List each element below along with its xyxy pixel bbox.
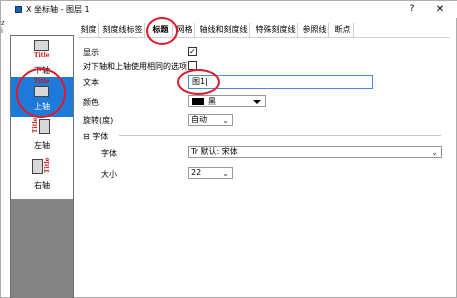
help-button[interactable]: ? (405, 3, 419, 16)
left-axis-thumbnail-icon (39, 119, 50, 134)
dropdown-arrow-icon (253, 100, 261, 104)
thumb-title-text: Title (32, 117, 39, 133)
thumb-title-text: Title (34, 52, 50, 59)
show-checkbox[interactable]: ✓ (188, 47, 197, 56)
show-label: 显示 (83, 48, 99, 57)
chevron-down-icon: ⌄ (431, 148, 438, 157)
offscreen-text: i (1, 27, 3, 35)
tab-grid[interactable]: 网格 (175, 23, 195, 37)
rotate-value: 自动 (191, 115, 207, 124)
app-icon (15, 6, 22, 13)
offscreen-text: z (1, 19, 5, 27)
font-label: 字体 (101, 149, 117, 158)
bottom-axis-thumbnail-icon (34, 40, 49, 51)
annotation-circle (146, 17, 178, 45)
tab-reference-lines[interactable]: 参照线 (301, 23, 329, 37)
annotation-circle (177, 69, 220, 95)
axis-item-left[interactable]: Title 左轴 (11, 117, 73, 157)
thumb-title-text: Title (44, 157, 51, 173)
chevron-down-icon: ⌄ (222, 169, 229, 178)
font-value: Tr 默认: 宋体 (191, 147, 238, 156)
size-value: 22 (191, 168, 202, 177)
right-axis-thumbnail-icon (32, 159, 43, 174)
chevron-down-icon: ⌄ (222, 116, 229, 125)
tab-breaks[interactable]: 断点 (332, 23, 354, 37)
size-label: 大小 (101, 170, 117, 179)
rotate-select[interactable]: 自动 ⌄ (188, 114, 233, 126)
title-bar: X 坐标轴 - 图层 1 ? ✕ (1, 1, 457, 18)
axis-item-right[interactable]: Title 右轴 (11, 157, 73, 197)
axis-item-label: 左轴 (34, 141, 50, 150)
tab-scale[interactable]: 刻度 (79, 23, 99, 37)
text-label: 文本 (83, 78, 99, 87)
window-title: X 坐标轴 - 图层 1 (26, 5, 90, 14)
tab-tick-labels[interactable]: 刻度线标签 (101, 23, 145, 37)
sync-axes-label: 对下轴和上轴使用相同的选项 (83, 62, 187, 71)
tab-axis-lines[interactable]: 轴线和刻度线 (198, 23, 250, 37)
font-section-header[interactable]: ⊟ 字体 (83, 131, 108, 142)
color-swatch (192, 98, 204, 105)
axis-item-label: 右轴 (34, 181, 50, 190)
close-button[interactable]: ✕ (433, 3, 447, 16)
size-select[interactable]: 22 ⌄ (188, 167, 233, 179)
color-value: 黑 (208, 97, 216, 106)
color-label: 颜色 (83, 98, 99, 107)
annotation-circle (16, 68, 66, 118)
rotate-label: 旋转(度) (83, 116, 114, 125)
section-divider (119, 135, 441, 136)
axis-dialog-window: X 坐标轴 - 图层 1 ? ✕ z i Title 下轴 Title 上轴 T… (0, 0, 457, 298)
color-dropdown[interactable]: 黑 (188, 95, 266, 107)
font-select[interactable]: Tr 默认: 宋体 ⌄ (188, 146, 442, 158)
tab-divider (79, 37, 450, 38)
tab-special-ticks[interactable]: 特殊刻度线 (254, 23, 298, 37)
